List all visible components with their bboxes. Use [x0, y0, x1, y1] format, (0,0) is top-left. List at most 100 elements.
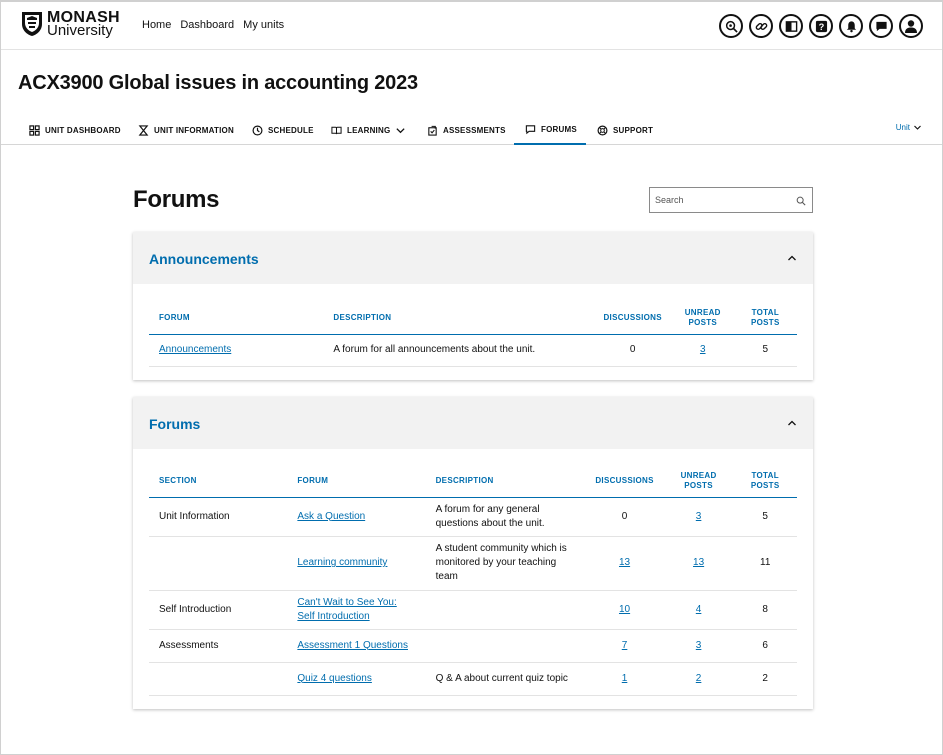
- tab-unit-information[interactable]: UNIT INFORMATION: [138, 115, 234, 145]
- nav-my-units-link[interactable]: My units: [243, 19, 284, 31]
- column-header: FORUM: [287, 465, 426, 498]
- tab-assessments[interactable]: ASSESSMENTS: [427, 115, 506, 145]
- book-icon[interactable]: [779, 14, 803, 38]
- top-icon-group: ?: [719, 14, 923, 38]
- bell-icon[interactable]: [839, 14, 863, 38]
- table-header-row: FORUM DESCRIPTION DISCUSSIONS UNREAD POS…: [149, 302, 797, 335]
- tab-label: FORUMS: [541, 124, 577, 134]
- column-header: DESCRIPTION: [323, 302, 594, 335]
- announcements-card: Announcements FORUM DESCRIPTION DISCUSSI…: [133, 232, 813, 380]
- announcements-card-header[interactable]: Announcements: [133, 232, 813, 284]
- tab-label: SCHEDULE: [268, 125, 314, 135]
- forum-description: [425, 629, 586, 663]
- table-header-row: SECTION FORUM DESCRIPTION DISCUSSIONS UN…: [149, 465, 797, 498]
- tab-label: UNIT INFORMATION: [154, 125, 234, 135]
- column-header: DESCRIPTION: [425, 465, 586, 498]
- total-posts-count: 11: [733, 536, 797, 591]
- column-header: TOTAL POSTS: [733, 465, 797, 498]
- logo-text-line2: University: [47, 22, 113, 39]
- forums-title: Forums: [149, 416, 201, 432]
- unit-dropdown[interactable]: Unit: [896, 123, 922, 132]
- forum-link[interactable]: Announcements: [159, 344, 231, 355]
- unit-dropdown-label: Unit: [895, 123, 910, 132]
- unread-posts-link[interactable]: 2: [696, 673, 702, 684]
- column-header: FORUM: [149, 302, 324, 335]
- help-icon[interactable]: ?: [809, 14, 833, 38]
- column-header: TOTAL POSTS: [733, 302, 797, 335]
- tab-forums[interactable]: FORUMS: [514, 115, 586, 145]
- column-header: SECTION: [149, 465, 288, 498]
- page-frame: MONASH University Home Dashboard My unit…: [0, 0, 943, 755]
- announcements-table: FORUM DESCRIPTION DISCUSSIONS UNREAD POS…: [149, 302, 797, 367]
- unread-posts-link[interactable]: 3: [696, 640, 702, 651]
- nav-home-link[interactable]: Home: [142, 19, 171, 31]
- discussions-link[interactable]: 7: [622, 640, 628, 651]
- total-posts-count: 2: [733, 662, 797, 696]
- tab-learning[interactable]: LEARNING: [331, 115, 406, 145]
- search-icon[interactable]: [796, 196, 806, 206]
- top-bar: MONASH University Home Dashboard My unit…: [1, 2, 942, 50]
- tab-label: UNIT DASHBOARD: [45, 125, 121, 135]
- chat-icon[interactable]: [869, 14, 893, 38]
- chevron-down-icon: [914, 125, 921, 130]
- forum-link[interactable]: Assessment 1 Questions: [297, 640, 408, 651]
- section-name: Self Introduction: [149, 590, 288, 630]
- forum-description: A forum for all announcements about the …: [323, 334, 594, 367]
- monash-crest-icon: [22, 12, 42, 36]
- forum-description: A forum for any general questions about …: [425, 497, 586, 537]
- unit-title: ACX3900 Global issues in accounting 2023: [18, 72, 418, 94]
- table-row: Unit Information Ask a Question A forum …: [149, 497, 797, 537]
- forum-description: [425, 590, 586, 630]
- forums-table: SECTION FORUM DESCRIPTION DISCUSSIONS UN…: [149, 465, 797, 696]
- unit-tab-bar: UNIT DASHBOARD UNIT INFORMATION SCHEDULE…: [1, 115, 942, 145]
- column-header: UNREAD POSTS: [663, 465, 734, 498]
- total-posts-count: 5: [733, 497, 797, 537]
- forum-link[interactable]: Can't Wait to See You: Self Introduction: [297, 597, 396, 622]
- tab-support[interactable]: SUPPORT: [597, 115, 653, 145]
- table-row: Learning community A student community w…: [149, 536, 797, 591]
- accessibility-icon[interactable]: [719, 14, 743, 38]
- discussions-count: 0: [585, 497, 664, 537]
- chevron-up-icon[interactable]: [787, 419, 797, 427]
- forum-link[interactable]: Quiz 4 questions: [297, 673, 372, 684]
- forum-link[interactable]: Ask a Question: [297, 511, 365, 522]
- tab-label: LEARNING: [347, 125, 391, 135]
- tab-label: SUPPORT: [613, 125, 654, 135]
- unread-posts-link[interactable]: 3: [696, 511, 702, 522]
- user-avatar-icon[interactable]: [899, 14, 923, 38]
- section-name: Assessments: [149, 629, 288, 663]
- hourglass-icon: [138, 124, 149, 136]
- unread-posts-link[interactable]: 3: [700, 344, 706, 355]
- link-icon[interactable]: [749, 14, 773, 38]
- tab-unit-dashboard[interactable]: UNIT DASHBOARD: [29, 115, 121, 145]
- search-box: [649, 187, 813, 213]
- table-row: Assessments Assessment 1 Questions 7 3 6: [149, 629, 797, 663]
- nav-dashboard-link[interactable]: Dashboard: [180, 19, 234, 31]
- discussions-link[interactable]: 1: [622, 673, 628, 684]
- table-row: Quiz 4 questions Q & A about current qui…: [149, 662, 797, 696]
- forums-card-header[interactable]: Forums: [133, 397, 813, 449]
- unread-posts-link[interactable]: 4: [696, 604, 702, 615]
- chevron-up-icon[interactable]: [787, 254, 797, 262]
- section-name: [149, 536, 288, 591]
- search-input[interactable]: [655, 195, 790, 205]
- table-row: Announcements A forum for all announceme…: [149, 334, 797, 367]
- tab-label: ASSESSMENTS: [443, 125, 506, 135]
- monash-logo[interactable]: MONASH University: [21, 10, 120, 39]
- section-name: Unit Information: [149, 497, 288, 537]
- top-nav: Home Dashboard My units: [142, 19, 284, 31]
- forum-link[interactable]: Learning community: [297, 557, 387, 568]
- clock-icon: [252, 125, 263, 135]
- unread-posts-link[interactable]: 13: [693, 557, 704, 568]
- assessment-icon: [428, 125, 437, 136]
- discussions-link[interactable]: 10: [619, 604, 630, 615]
- tab-schedule[interactable]: SCHEDULE: [252, 115, 314, 145]
- total-posts-count: 6: [733, 629, 797, 663]
- support-lifebuoy-icon: [597, 125, 608, 135]
- discussions-link[interactable]: 13: [619, 557, 630, 568]
- speech-bubble-icon: [525, 124, 536, 134]
- total-posts-count: 8: [733, 590, 797, 630]
- section-name: [149, 662, 288, 696]
- svg-text:?: ?: [818, 22, 824, 32]
- column-header: DISCUSSIONS: [585, 465, 664, 498]
